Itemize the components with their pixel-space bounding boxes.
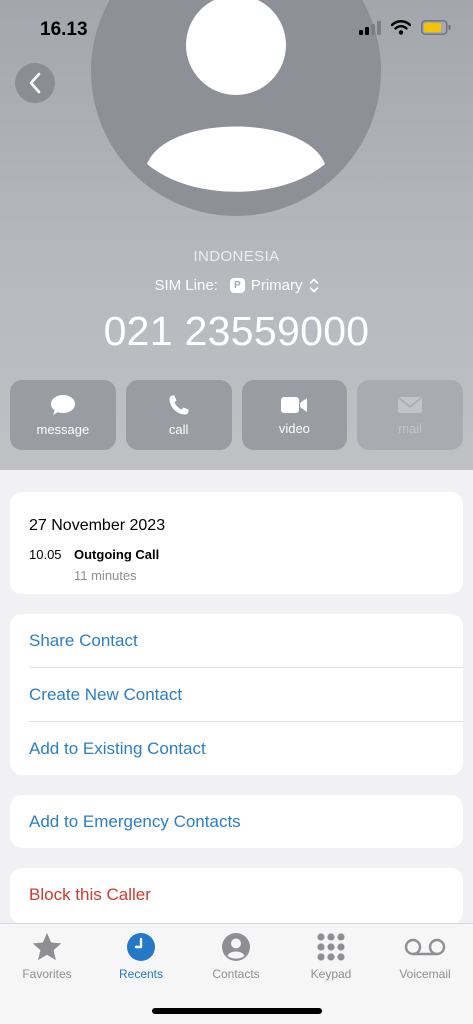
message-button[interactable]: message	[10, 380, 116, 450]
tab-voicemail-label: Voicemail	[399, 967, 451, 981]
wifi-icon	[391, 20, 411, 35]
video-button[interactable]: video	[241, 380, 348, 450]
mail-label: mail	[398, 420, 423, 436]
recent-calls-card: 27 November 2023 10.05 Outgoing Call 11 …	[10, 492, 463, 594]
recent-call-time: 10.05	[29, 547, 62, 562]
voicemail-icon	[404, 938, 446, 956]
tab-contacts[interactable]: Contacts	[189, 930, 283, 988]
tab-keypad-label: Keypad	[310, 967, 352, 981]
clock-icon	[127, 933, 155, 961]
video-icon	[281, 396, 308, 413]
contact-country: INDONESIA	[193, 248, 280, 265]
battery-icon	[421, 20, 451, 35]
tab-favorites-label: Favorites	[22, 967, 72, 981]
phone-number: 021 23559000	[103, 308, 370, 354]
mail-icon	[398, 396, 423, 413]
sim-line-value: Primary	[250, 277, 303, 294]
status-icons	[359, 20, 451, 35]
tab-favorites[interactable]: Favorites	[0, 930, 94, 988]
add-to-existing-contact-button[interactable]: Add to Existing Contact	[10, 722, 463, 775]
message-icon	[50, 394, 75, 415]
video-label: video	[278, 420, 310, 436]
person-icon	[222, 933, 250, 961]
share-contact-button[interactable]: Share Contact	[10, 614, 463, 667]
cellular-signal-icon	[359, 20, 381, 35]
add-to-emergency-contacts-button[interactable]: Add to Emergency Contacts	[10, 795, 463, 848]
tab-contacts-label: Contacts	[212, 967, 260, 981]
sim-line-selector[interactable]: SIM Line: P Primary	[0, 277, 473, 294]
recent-call-date: 27 November 2023	[29, 517, 166, 534]
sim-line-label: SIM Line:	[154, 277, 218, 294]
recent-call-type: Outgoing Call	[74, 547, 160, 562]
keypad-icon	[317, 933, 345, 961]
emergency-card: Add to Emergency Contacts	[10, 795, 463, 848]
home-indicator	[152, 1008, 322, 1014]
back-button[interactable]	[15, 63, 55, 103]
phone-icon	[169, 395, 189, 414]
mail-button[interactable]: mail	[357, 380, 463, 450]
call-label: call	[168, 421, 189, 437]
tab-voicemail[interactable]: Voicemail	[378, 930, 472, 988]
chevron-up-down-icon	[309, 278, 318, 293]
call-button[interactable]: call	[125, 380, 232, 450]
recent-call-duration: 11 minutes	[74, 568, 137, 583]
block-caller-button[interactable]: Block this Caller	[10, 868, 463, 921]
block-card: Block this Caller	[10, 868, 463, 924]
tab-recents-label: Recents	[118, 967, 164, 981]
create-new-contact-button[interactable]: Create New Contact	[10, 668, 463, 721]
tab-recents[interactable]: Recents	[94, 930, 188, 988]
contact-options-card: Share Contact Create New Contact Add to …	[10, 614, 463, 775]
status-time: 16.13	[40, 19, 88, 40]
star-icon	[32, 933, 62, 961]
tab-keypad[interactable]: Keypad	[284, 930, 378, 988]
chevron-left-icon	[29, 72, 41, 94]
status-bar: 16.13	[0, 0, 473, 56]
contact-header: INDONESIA SIM Line: P Primary 021 235590…	[0, 0, 473, 470]
message-label: message	[36, 421, 90, 437]
sim-badge: P	[229, 278, 245, 293]
quick-actions: message call video mail	[10, 380, 463, 450]
